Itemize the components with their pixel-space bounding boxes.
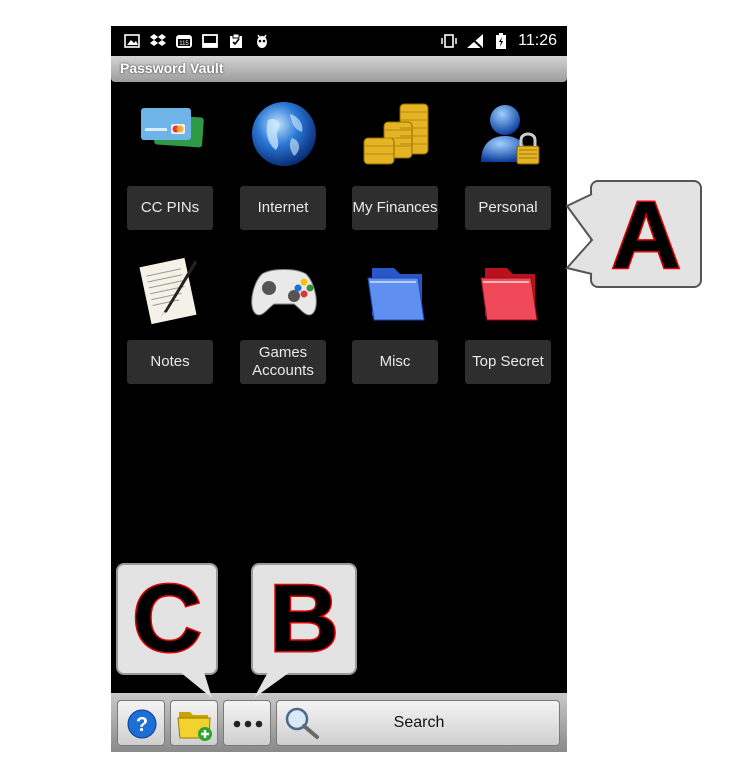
callout-a-pointer <box>565 193 594 275</box>
notepad-pen-icon <box>135 254 207 326</box>
callout-b: B <box>251 563 357 675</box>
vibrate-icon <box>440 33 458 49</box>
app-title: Password Vault <box>120 60 224 76</box>
category-label: CC PINs <box>127 186 213 230</box>
coins-icon <box>360 98 432 170</box>
category-label: Internet <box>240 186 326 230</box>
user-lock-icon <box>473 98 545 170</box>
category-label: Top Secret <box>465 340 551 384</box>
status-time: 11:26 <box>518 32 557 49</box>
category-label: Notes <box>127 340 213 384</box>
globe-icon <box>248 98 320 170</box>
help-button[interactable]: ? <box>117 700 165 746</box>
category-label: Personal <box>465 186 551 230</box>
red-folder-icon <box>473 254 545 326</box>
search-label: Search <box>393 714 445 731</box>
add-folder-button[interactable] <box>170 700 218 746</box>
callout-b-pointer <box>254 672 290 698</box>
callout-a: A <box>590 180 702 288</box>
category-label: Misc <box>352 340 438 384</box>
clipboard-icon <box>227 33 245 49</box>
svg-text:115: 115 <box>179 41 189 47</box>
credit-cards-icon <box>135 98 207 170</box>
callout-c-pointer <box>180 672 212 698</box>
category-label: Games Accounts <box>240 340 326 384</box>
callout-letter-a: A <box>610 182 682 289</box>
screen-icon <box>201 33 219 49</box>
bug-icon <box>253 33 271 49</box>
callout-letter-c: C <box>131 565 203 672</box>
image-icon <box>123 33 141 49</box>
status-bar: 115 11:26 <box>111 26 567 56</box>
help-icon: ? <box>126 708 158 745</box>
callout-letter-b: B <box>268 565 340 672</box>
title-bar: Password Vault <box>111 56 567 82</box>
battery-icon <box>492 33 510 49</box>
no-signal-icon <box>466 33 484 49</box>
blue-folder-icon <box>360 254 432 326</box>
calendar-icon: 115 <box>175 33 193 49</box>
add-folder-icon <box>176 706 214 747</box>
search-button[interactable]: Search <box>276 700 560 746</box>
more-button[interactable] <box>223 700 271 746</box>
callout-c: C <box>116 563 218 675</box>
gamepad-icon <box>248 254 320 326</box>
dropbox-icon <box>149 33 167 49</box>
more-icon <box>232 717 264 735</box>
svg-text:?: ? <box>136 714 148 736</box>
category-label: My Finances <box>352 186 438 230</box>
